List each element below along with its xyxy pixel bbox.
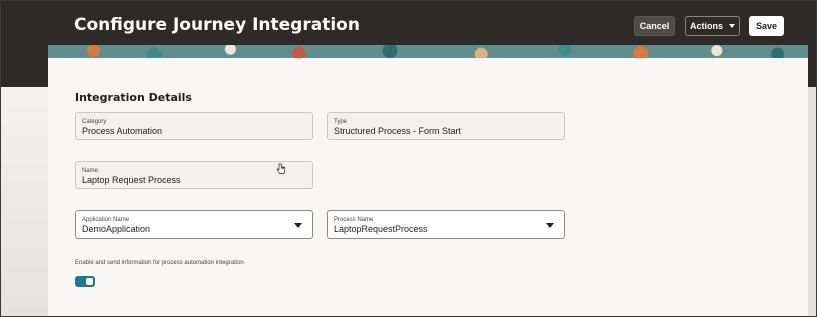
process-name-value: LaptopRequestProcess: [334, 224, 428, 234]
category-label: Category: [82, 119, 107, 125]
section-title: Integration Details: [75, 91, 192, 104]
process-name-select[interactable]: Process Name LaptopRequestProcess: [327, 210, 565, 239]
name-value[interactable]: Laptop Request Process: [82, 175, 306, 186]
integration-toggle[interactable]: [75, 276, 95, 287]
category-field: Category Process Automation: [75, 112, 313, 140]
page-title: Configure Journey Integration: [74, 15, 360, 35]
hand-pointer-icon: [276, 163, 286, 174]
app-frame: Configure Journey Integration Cancel Act…: [0, 0, 817, 317]
actions-button-label: Actions: [689, 21, 723, 31]
background-edge: [808, 87, 816, 316]
background-image: [1, 87, 48, 316]
save-button[interactable]: Save: [749, 16, 784, 36]
type-label: Type: [334, 119, 348, 125]
application-name-label: Application Name: [82, 217, 130, 223]
chevron-down-icon: [729, 24, 735, 28]
type-field: Type Structured Process - Form Start: [327, 112, 565, 140]
actions-menu-button[interactable]: Actions: [685, 16, 740, 36]
decorative-banner: [48, 45, 808, 59]
application-name-select[interactable]: Application Name DemoApplication: [75, 210, 313, 239]
application-name-value: DemoApplication: [82, 224, 151, 234]
chevron-down-icon[interactable]: [294, 223, 302, 228]
name-label: Name: [82, 168, 99, 174]
cancel-button[interactable]: Cancel: [634, 16, 675, 36]
toggle-knob: [86, 278, 93, 285]
type-value: Structured Process - Form Start: [334, 126, 462, 136]
category-value: Process Automation: [82, 126, 163, 136]
process-name-label: Process Name: [334, 217, 374, 223]
integration-toggle-label: Enable and send information for process …: [75, 260, 244, 266]
chevron-down-icon[interactable]: [546, 223, 554, 228]
